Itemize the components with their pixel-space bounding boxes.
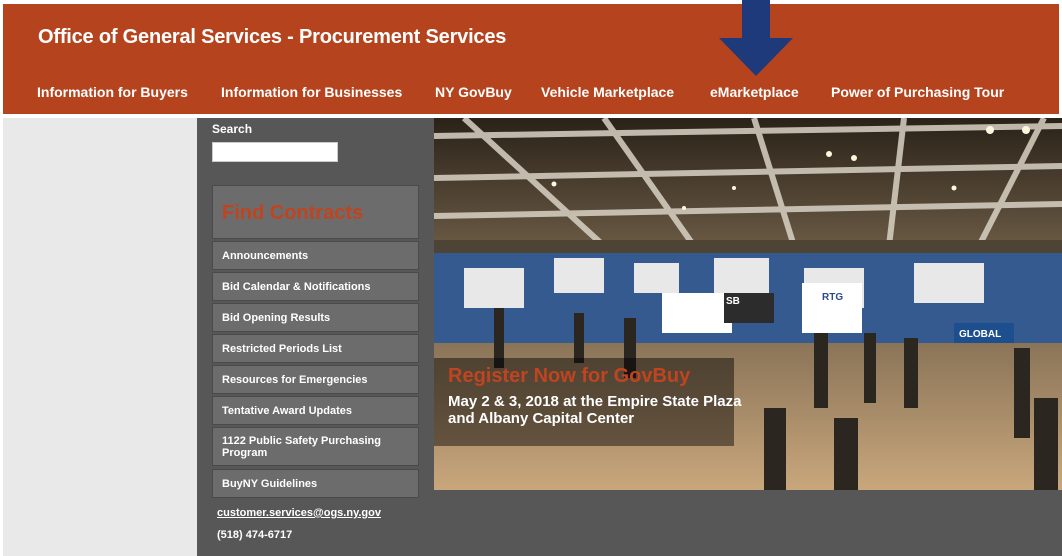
down-arrow-icon [719, 0, 793, 76]
menu-announcements[interactable]: Announcements [212, 241, 419, 270]
nav-information-for-businesses[interactable]: Information for Businesses [221, 84, 402, 100]
menu-1122-public-safety-purchasing-program[interactable]: 1122 Public Safety Purchasing Program [212, 427, 419, 466]
find-contracts-box[interactable]: Find Contracts [212, 185, 419, 239]
hero-banner[interactable]: SB RTG GLOBAL [434, 118, 1062, 490]
booth-sign-rtg: RTG [822, 292, 843, 303]
nav-power-of-purchasing-tour[interactable]: Power of Purchasing Tour [831, 84, 1004, 100]
below-hero-panel [434, 490, 1062, 556]
site-title[interactable]: Office of General Services - Procurement… [38, 26, 506, 49]
menu-bid-opening-results[interactable]: Bid Opening Results [212, 303, 419, 332]
contact-email-link[interactable]: customer.services@ogs.ny.gov [217, 507, 381, 519]
booth-sign-global: GLOBAL [959, 329, 1001, 340]
menu-restricted-periods-list[interactable]: Restricted Periods List [212, 334, 419, 363]
menu-bid-calendar-notifications[interactable]: Bid Calendar & Notifications [212, 272, 419, 301]
contact-phone: (518) 474-6717 [217, 529, 293, 541]
expo-hall-photo: SB RTG GLOBAL [434, 118, 1062, 490]
nav-vehicle-marketplace[interactable]: Vehicle Marketplace [541, 84, 674, 100]
menu-buyny-guidelines[interactable]: BuyNY Guidelines [212, 469, 419, 498]
left-blank-panel [3, 118, 197, 556]
menu-resources-for-emergencies[interactable]: Resources for Emergencies [212, 365, 419, 394]
booth-sign-sb: SB [726, 296, 740, 307]
promo-text: May 2 & 3, 2018 at the Empire State Plaz… [448, 393, 742, 427]
menu-tentative-award-updates[interactable]: Tentative Award Updates [212, 396, 419, 425]
nav-ny-govbuy[interactable]: NY GovBuy [435, 84, 512, 100]
promo-title[interactable]: Register Now for GovBuy [448, 365, 690, 388]
find-contracts-title[interactable]: Find Contracts [222, 202, 363, 225]
site-header: Office of General Services - Procurement… [3, 4, 1059, 114]
search-label: Search [212, 122, 253, 136]
nav-emarketplace[interactable]: eMarketplace [710, 84, 799, 100]
search-input[interactable] [212, 142, 338, 162]
nav-information-for-buyers[interactable]: Information for Buyers [37, 84, 188, 100]
